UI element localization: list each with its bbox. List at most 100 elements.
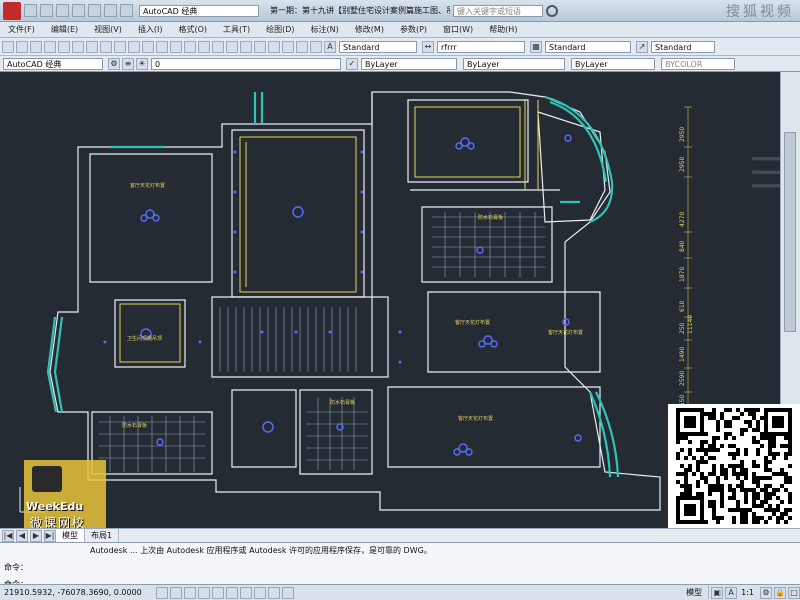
last-tab-icon[interactable]: ▶| <box>44 529 56 542</box>
lineweight-dropdown[interactable]: ByLayer <box>571 57 655 70</box>
workspace-combo[interactable]: AutoCAD 经典 <box>3 57 103 70</box>
publish-icon[interactable] <box>72 40 84 53</box>
make-current-icon[interactable]: ✓ <box>346 57 358 70</box>
command-line[interactable]: Autodesk ... 上次由 Autodesk 应用程序或 Autodesk… <box>0 542 800 589</box>
copy-icon[interactable] <box>100 40 112 53</box>
undo-icon[interactable] <box>142 40 154 53</box>
search-icon[interactable] <box>546 4 558 17</box>
undo-icon[interactable] <box>104 4 117 17</box>
open-icon[interactable] <box>40 4 53 17</box>
text-style-dropdown[interactable]: Standard <box>339 40 417 53</box>
app-logo-icon[interactable] <box>3 1 21 20</box>
polar-toggle-icon[interactable] <box>198 586 210 599</box>
menu-item[interactable]: 格式(O) <box>170 24 215 35</box>
dim-style-icon[interactable]: ↔ <box>422 40 434 53</box>
cut-icon[interactable] <box>86 40 98 53</box>
paste-icon[interactable] <box>114 40 126 53</box>
dim-label: 4270 <box>679 212 686 227</box>
menu-bar: 文件(F) 编辑(E) 视图(V) 插入(I) 格式(O) 工具(T) 绘图(D) 标注(N)… <box>0 22 800 38</box>
new-icon[interactable] <box>2 40 14 53</box>
floor-plan-drawing: 客厅天花灯布置 防水石膏板 防水石膏板 卫生间顶棚吊顶 防水石膏板 客厅天花灯布… <box>19 91 798 513</box>
next-tab-icon[interactable]: ▶ <box>30 529 42 542</box>
lwt-toggle-icon[interactable] <box>268 586 280 599</box>
plotstyle-dropdown[interactable]: BYCOLOR <box>661 57 735 70</box>
drawing-canvas[interactable]: 客厅天花灯布置 防水石膏板 防水石膏板 卫生间顶棚吊顶 防水石膏板 客厅天花灯布… <box>0 72 798 528</box>
redo-icon[interactable] <box>156 40 168 53</box>
annotation-scale-icon[interactable]: A <box>725 586 738 599</box>
dim-style-dropdown[interactable]: rfrrr <box>437 40 525 53</box>
table-style-icon[interactable]: ▦ <box>530 40 542 53</box>
tab-layout1[interactable]: 布局1 <box>85 529 120 542</box>
layout-tabs: |◀ ◀ ▶ ▶| 模型 布局1 <box>0 528 800 542</box>
prev-tab-icon[interactable]: ◀ <box>16 529 28 542</box>
menu-item[interactable]: 工具(T) <box>215 24 258 35</box>
multileader-style-icon[interactable]: ↗ <box>636 40 648 53</box>
print-icon[interactable] <box>88 4 101 17</box>
menu-item[interactable]: 参数(P) <box>392 24 435 35</box>
markup-icon[interactable] <box>282 40 294 53</box>
model-toggle[interactable]: 模型 <box>680 586 710 599</box>
properties-icon[interactable] <box>226 40 238 53</box>
annotation-scale[interactable]: 1:1 <box>741 588 754 597</box>
help-icon[interactable] <box>310 40 322 53</box>
design-center-icon[interactable] <box>240 40 252 53</box>
table-style-dropdown[interactable]: Standard <box>545 40 631 53</box>
multileader-style-dropdown[interactable]: Standard <box>651 40 715 53</box>
calculator-icon[interactable] <box>296 40 308 53</box>
color-dropdown[interactable]: ByLayer <box>361 57 457 70</box>
linetype-dropdown[interactable]: ByLayer <box>463 57 565 70</box>
first-tab-icon[interactable]: |◀ <box>2 529 14 542</box>
room-label: 防水石膏板 <box>478 214 503 221</box>
tool-palettes-icon[interactable] <box>254 40 266 53</box>
zoom-previous-icon[interactable] <box>212 40 224 53</box>
zoom-window-icon[interactable] <box>198 40 210 53</box>
wall-outlines <box>49 91 661 511</box>
workspace-settings-icon[interactable]: ⚙ <box>108 57 120 70</box>
workspace-dropdown[interactable]: AutoCAD 经典 <box>139 4 259 17</box>
menu-item[interactable]: 标注(N) <box>303 24 347 35</box>
new-icon[interactable] <box>24 4 37 17</box>
menu-item[interactable]: 修改(M) <box>347 24 392 35</box>
menu-item[interactable]: 视图(V) <box>86 24 130 35</box>
layer-dropdown[interactable]: 0 <box>151 57 341 70</box>
ortho-toggle-icon[interactable] <box>184 586 196 599</box>
otrack-toggle-icon[interactable] <box>226 586 238 599</box>
dyn-toggle-icon[interactable] <box>254 586 266 599</box>
menu-item[interactable]: 窗口(W) <box>435 24 481 35</box>
menu-item[interactable]: 帮助(H) <box>481 24 525 35</box>
quick-view-icon[interactable]: ▣ <box>711 586 724 599</box>
lock-icon[interactable]: 🔒 <box>774 586 786 599</box>
tab-model[interactable]: 模型 <box>56 529 85 542</box>
dim-label: 2950 <box>679 127 686 142</box>
coordinate-readout: 21910.5932, -76078.3690, 0.0000 <box>4 588 142 597</box>
sheet-set-icon[interactable] <box>268 40 280 53</box>
ducs-toggle-icon[interactable] <box>240 586 252 599</box>
text-style-icon[interactable]: A <box>324 40 336 53</box>
workspace-switch-icon[interactable]: ⚙ <box>760 586 772 599</box>
osnap-toggle-icon[interactable] <box>212 586 224 599</box>
room-labels: 客厅天花灯布置 防水石膏板 防水石膏板 卫生间顶棚吊顶 防水石膏板 客厅天花灯布… <box>122 182 583 429</box>
match-properties-icon[interactable] <box>128 40 140 53</box>
pan-icon[interactable] <box>170 40 182 53</box>
print-icon[interactable] <box>44 40 56 53</box>
saveas-icon[interactable] <box>72 4 85 17</box>
clean-screen-icon[interactable]: □ <box>788 586 800 599</box>
menu-item[interactable]: 插入(I) <box>130 24 171 35</box>
room-label: 客厅天花灯布置 <box>455 319 490 326</box>
save-icon[interactable] <box>56 4 69 17</box>
scroll-thumb[interactable] <box>784 132 796 332</box>
search-input[interactable]: 键入关键字或短语 <box>453 4 543 17</box>
save-icon[interactable] <box>30 40 42 53</box>
menu-item[interactable]: 绘图(D) <box>258 24 302 35</box>
open-icon[interactable] <box>16 40 28 53</box>
redo-icon[interactable] <box>120 4 133 17</box>
layer-manager-icon[interactable]: ≡ <box>122 57 134 70</box>
layer-state-icon[interactable]: ☀ <box>136 57 148 70</box>
menu-item[interactable]: 编辑(E) <box>43 24 86 35</box>
menu-item[interactable]: 文件(F) <box>0 24 43 35</box>
preview-icon[interactable] <box>58 40 70 53</box>
grid-toggle-icon[interactable] <box>170 586 182 599</box>
snap-toggle-icon[interactable] <box>156 586 168 599</box>
zoom-realtime-icon[interactable] <box>184 40 196 53</box>
qp-toggle-icon[interactable] <box>282 586 294 599</box>
